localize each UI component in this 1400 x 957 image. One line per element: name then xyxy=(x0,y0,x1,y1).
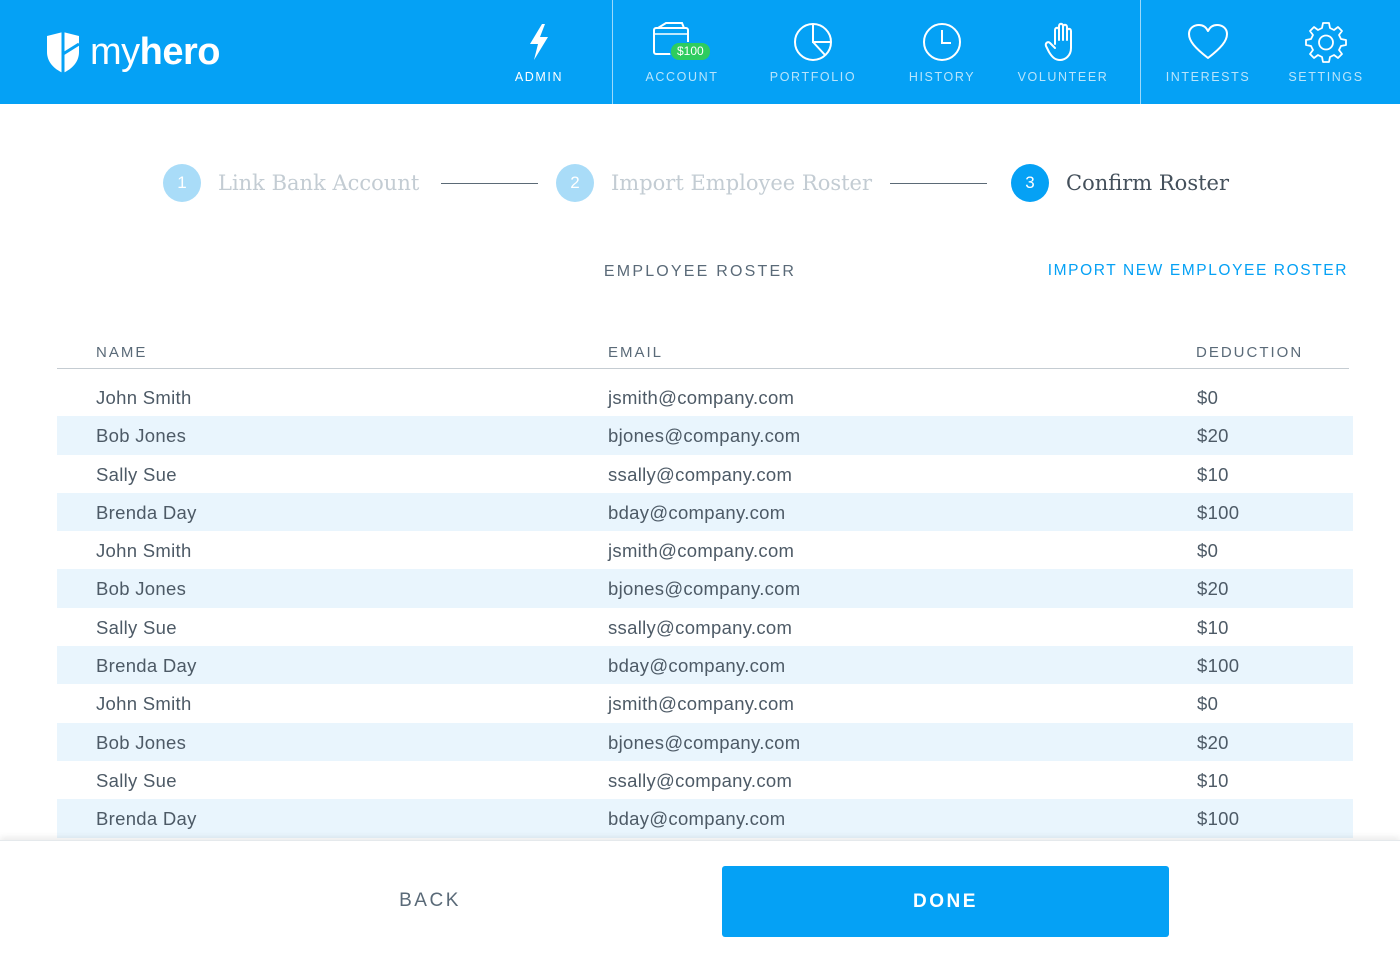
cell-name: John Smith xyxy=(96,693,192,715)
table-row: John Smith jsmith@company.com $0 xyxy=(57,531,1353,569)
cell-name: Bob Jones xyxy=(96,578,187,600)
import-new-roster-link[interactable]: IMPORT NEW EMPLOYEE ROSTER xyxy=(1048,262,1348,280)
cell-deduction: $0 xyxy=(1197,387,1219,408)
cell-email: ssally@company.com xyxy=(608,616,793,638)
cell-deduction: $20 xyxy=(1197,425,1229,447)
step-label: Confirm Roster xyxy=(1066,171,1230,195)
nav-divider xyxy=(612,0,613,104)
back-button[interactable]: BACK xyxy=(330,869,530,933)
cell-deduction: $10 xyxy=(1197,616,1229,638)
step-number: 3 xyxy=(1011,164,1049,202)
nav-item-label: VOLUNTEER xyxy=(1017,70,1109,84)
column-header-email: EMAIL xyxy=(608,344,664,361)
cell-name: Bob Jones xyxy=(96,731,187,753)
cell-name: Bob Jones xyxy=(96,425,187,447)
step-label: Link Bank Account xyxy=(218,171,420,195)
cell-name: John Smith xyxy=(96,387,192,408)
brand-name: myhero xyxy=(90,30,221,74)
cell-deduction: $0 xyxy=(1197,540,1219,562)
roster-title: EMPLOYEE ROSTER xyxy=(603,263,797,280)
footer-bar: BACK DONE xyxy=(0,840,1400,957)
done-button[interactable]: DONE xyxy=(722,866,1169,937)
table-row: Sally Sue ssally@company.com $10 xyxy=(57,455,1353,493)
cell-name: Sally Sue xyxy=(96,463,177,485)
table-row: Brenda Day bday@company.com $100 xyxy=(57,646,1353,685)
cell-email: ssally@company.com xyxy=(608,463,793,485)
step-connector xyxy=(441,183,538,184)
cell-email: bday@company.com xyxy=(608,501,786,523)
cell-email: bjones@company.com xyxy=(608,731,801,753)
table-row: John Smith jsmith@company.com $0 xyxy=(57,684,1353,722)
step-confirm-roster[interactable]: 3 Confirm Roster xyxy=(1011,164,1229,202)
cell-name: Sally Sue xyxy=(96,769,177,791)
cell-name: Brenda Day xyxy=(96,655,197,677)
step-import-employee-roster[interactable]: 2 Import Employee Roster xyxy=(556,164,872,202)
cell-deduction: $100 xyxy=(1197,655,1240,677)
nav-item-label: ADMIN xyxy=(514,70,564,84)
cell-email: ssally@company.com xyxy=(608,769,793,791)
table-row: Brenda Day bday@company.com $100 xyxy=(57,799,1353,838)
cell-deduction: $100 xyxy=(1197,808,1240,830)
nav-item-volunteer[interactable]: VOLUNTEER xyxy=(1016,0,1110,104)
table-row: Bob Jones bjones@company.com $20 xyxy=(57,416,1353,455)
table-row: John Smith jsmith@company.com $0 xyxy=(57,378,1353,416)
nav-divider xyxy=(1140,0,1141,104)
table-row: Bob Jones bjones@company.com $20 xyxy=(57,569,1353,608)
cell-deduction: $10 xyxy=(1197,769,1229,791)
cell-email: bjones@company.com xyxy=(608,425,801,447)
step-number: 2 xyxy=(556,164,594,202)
lightning-icon xyxy=(517,22,561,62)
balance-badge: $100 xyxy=(670,42,711,61)
nav-item-portfolio[interactable]: PORTFOLIO xyxy=(770,0,856,104)
step-number: 1 xyxy=(163,164,201,202)
cell-name: John Smith xyxy=(96,540,192,562)
cell-deduction: $20 xyxy=(1197,578,1229,600)
nav-item-settings[interactable]: SETTINGS xyxy=(1288,0,1364,104)
top-navigation-bar: myhero ADMIN $100 ACCOUNT PORTFOLIO HIST… xyxy=(0,0,1400,104)
cell-deduction: $0 xyxy=(1197,693,1219,715)
cell-email: bjones@company.com xyxy=(608,578,801,600)
nav-item-interests[interactable]: INTERESTS xyxy=(1166,0,1250,104)
nav-item-label: INTERESTS xyxy=(1165,70,1251,84)
column-header-deduction: DEDUCTION xyxy=(1196,344,1304,361)
cell-email: jsmith@company.com xyxy=(608,387,795,408)
table-row: Bob Jones bjones@company.com $20 xyxy=(57,722,1353,761)
table-row: Brenda Day bday@company.com $100 xyxy=(57,492,1353,532)
cell-deduction: $20 xyxy=(1197,731,1229,753)
nav-item-history[interactable]: HISTORY xyxy=(904,0,980,104)
wallet-icon: $100 xyxy=(652,22,711,62)
step-link-bank-account[interactable]: 1 Link Bank Account xyxy=(163,164,419,202)
nav-item-account[interactable]: $100 ACCOUNT xyxy=(640,0,724,104)
roster-table-header: NAME EMAIL DEDUCTION xyxy=(57,340,1349,369)
roster-table-body[interactable]: John Smith jsmith@company.com $0 Bob Jones b… xyxy=(57,378,1353,840)
pie-chart-icon xyxy=(791,22,835,62)
nav-item-label: HISTORY xyxy=(908,70,976,84)
nav-item-label: SETTINGS xyxy=(1288,70,1364,84)
gear-icon xyxy=(1304,22,1348,63)
cell-name: Brenda Day xyxy=(96,501,197,523)
clock-icon xyxy=(920,22,964,62)
heart-icon xyxy=(1186,22,1230,62)
cell-name: Brenda Day xyxy=(96,808,197,830)
hand-icon xyxy=(1041,22,1085,62)
cell-email: bday@company.com xyxy=(608,655,786,677)
brand-logo[interactable]: myhero xyxy=(44,30,221,74)
step-connector xyxy=(890,183,987,184)
nav-item-admin[interactable]: ADMIN xyxy=(498,0,580,104)
cell-deduction: $10 xyxy=(1197,463,1229,485)
step-label: Import Employee Roster xyxy=(611,171,873,195)
brand-name-bold: hero xyxy=(139,31,221,73)
table-row: Sally Sue ssally@company.com $10 xyxy=(57,608,1353,646)
brand-name-light: my xyxy=(90,31,140,73)
cell-email: bday@company.com xyxy=(608,808,786,830)
nav-item-label: PORTFOLIO xyxy=(769,70,857,84)
table-row: Sally Sue ssally@company.com $10 xyxy=(57,761,1353,799)
cell-email: jsmith@company.com xyxy=(608,693,795,715)
shield-icon xyxy=(47,32,80,73)
cell-name: Sally Sue xyxy=(96,616,177,638)
nav-item-label: ACCOUNT xyxy=(645,70,719,84)
cell-deduction: $100 xyxy=(1197,501,1240,523)
column-header-name: NAME xyxy=(96,344,148,361)
cell-email: jsmith@company.com xyxy=(608,540,795,562)
